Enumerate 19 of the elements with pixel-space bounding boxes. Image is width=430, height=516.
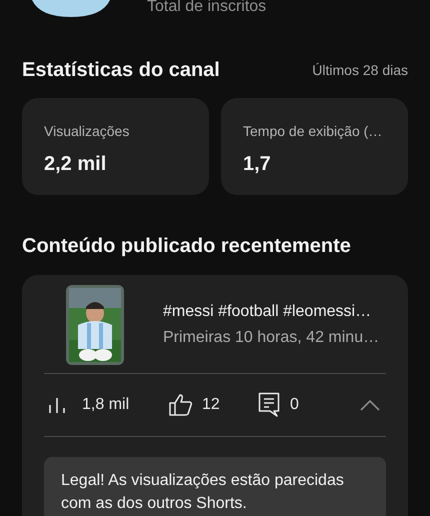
stat-card[interactable]: Visualizações 2,2 mil (22, 98, 209, 195)
stat-label: Tempo de exibição (… (243, 122, 384, 141)
likes-count: 12 (202, 395, 221, 415)
thumbs-up-icon[interactable] (168, 393, 194, 417)
insight-text: Legal! As visualizações estão parecidas com as dos outros Shorts. (61, 471, 345, 514)
stat-value: 2,2 mil (44, 152, 108, 177)
section-title: Estatísticas do canal (22, 58, 220, 83)
video-title[interactable]: #messi #football #leomessi… (163, 300, 380, 324)
comments-count: 0 (290, 395, 299, 415)
collapse-button[interactable] (360, 399, 380, 411)
views-count: 1,8 mil (82, 395, 130, 415)
section-title: Conteúdo publicado recentemente (22, 234, 352, 259)
comment-icon[interactable] (258, 392, 280, 418)
stat-card[interactable]: Tempo de exibição (… 1,7 (221, 98, 408, 195)
video-subtitle: Primeiras 10 horas, 42 minu… (163, 328, 380, 348)
period-label: Últimos 28 dias (312, 60, 408, 80)
stat-label: Visualizações (44, 122, 130, 141)
caret-up-icon (360, 399, 380, 411)
stat-value: 1,7 (243, 152, 272, 177)
